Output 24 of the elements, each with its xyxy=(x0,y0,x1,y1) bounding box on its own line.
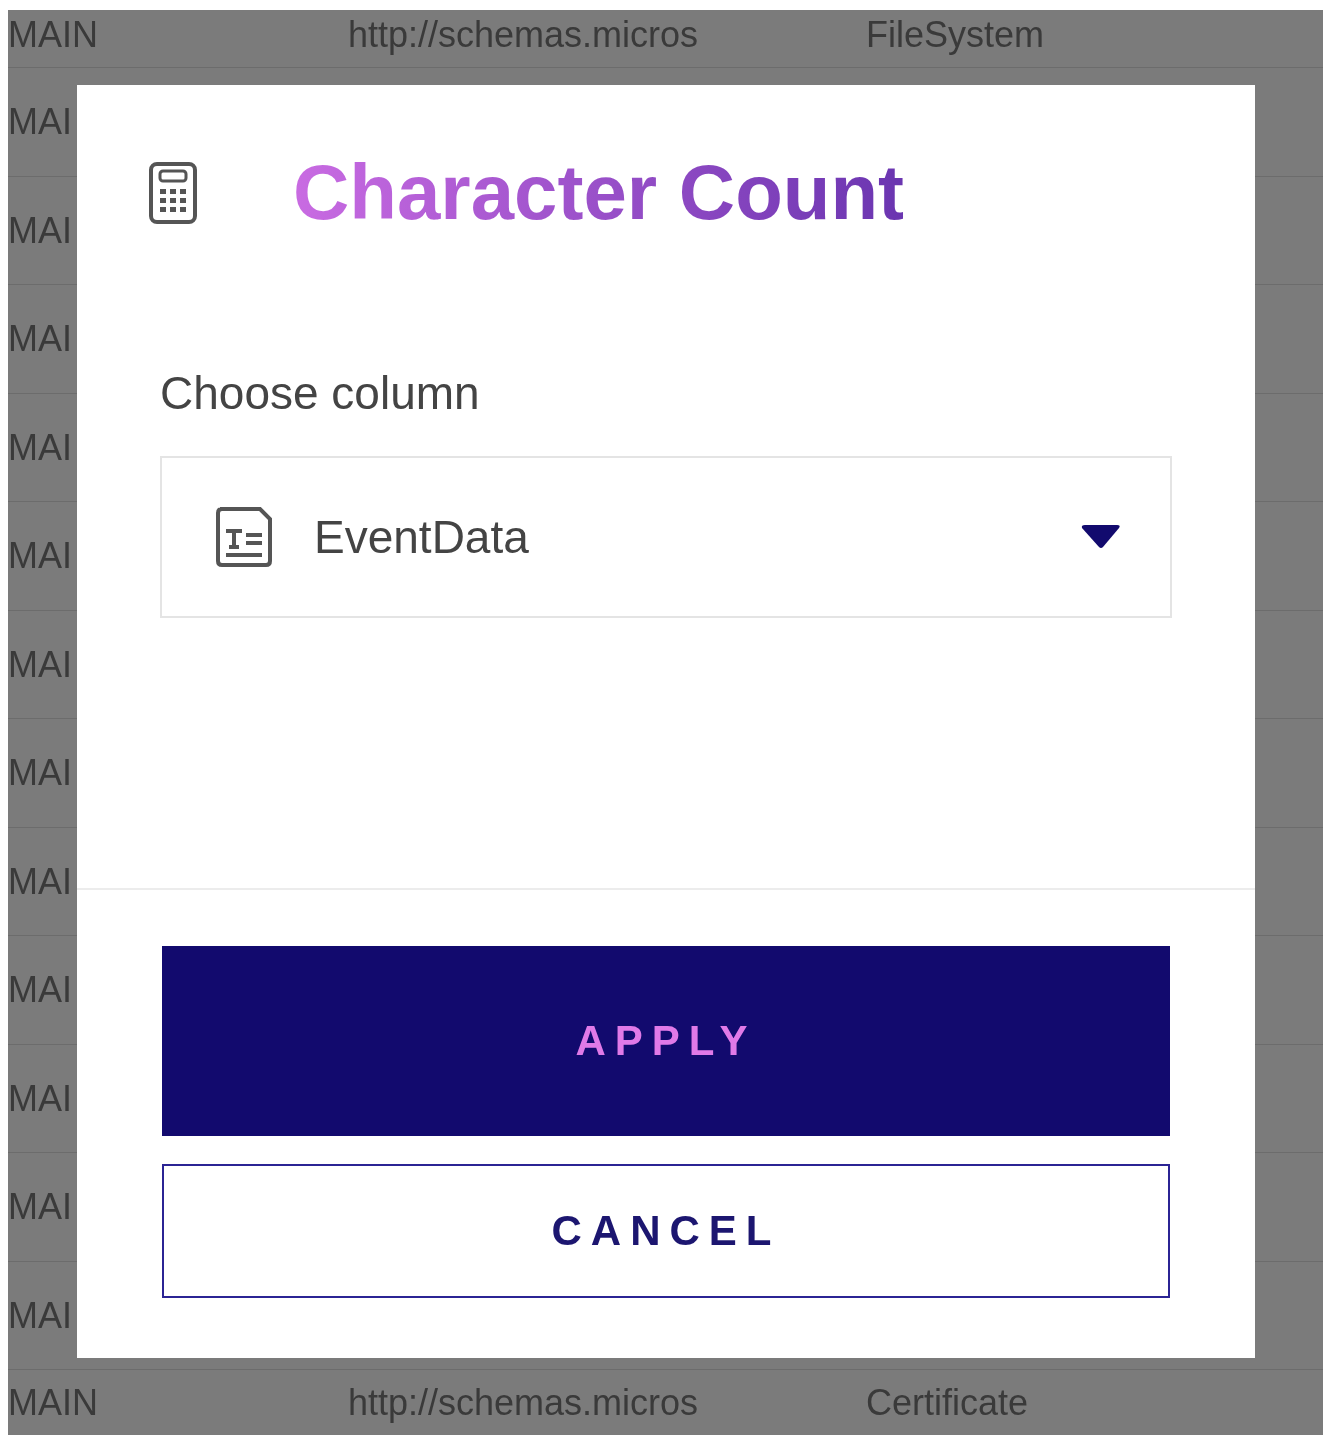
table-cell: MAIN xyxy=(8,1382,98,1424)
calculator-icon xyxy=(148,160,198,225)
caret-icon xyxy=(1080,524,1122,550)
table-cell: FileSystem xyxy=(866,14,1045,56)
table-cell: http://schemas.micros xyxy=(348,14,699,56)
column-select[interactable]: EventData xyxy=(160,456,1172,618)
table-cell: MAI xyxy=(8,1294,72,1336)
apply-button[interactable]: APPLY xyxy=(162,946,1170,1136)
table-cell: Certificate xyxy=(866,1382,1029,1424)
table-cell: MAI xyxy=(8,101,72,143)
table-cell: MAI xyxy=(8,643,72,685)
table-cell: MAI xyxy=(8,969,72,1011)
table-cell: MAI xyxy=(8,1077,72,1119)
table-cell: MAI xyxy=(8,209,72,251)
table-cell: MAI xyxy=(8,318,72,360)
table-cell: MAIN xyxy=(8,14,98,56)
table-cell: MAI xyxy=(8,535,72,577)
table-cell: MAI xyxy=(8,1186,72,1228)
table-cell: http://schemas.micros xyxy=(348,1382,699,1424)
table-cell: MAI xyxy=(8,860,72,902)
field-label: Choose column xyxy=(160,366,480,420)
table-cell: MAI xyxy=(8,426,72,468)
table-cell: MAI xyxy=(8,752,72,794)
cancel-button[interactable]: CANCEL xyxy=(162,1164,1170,1298)
